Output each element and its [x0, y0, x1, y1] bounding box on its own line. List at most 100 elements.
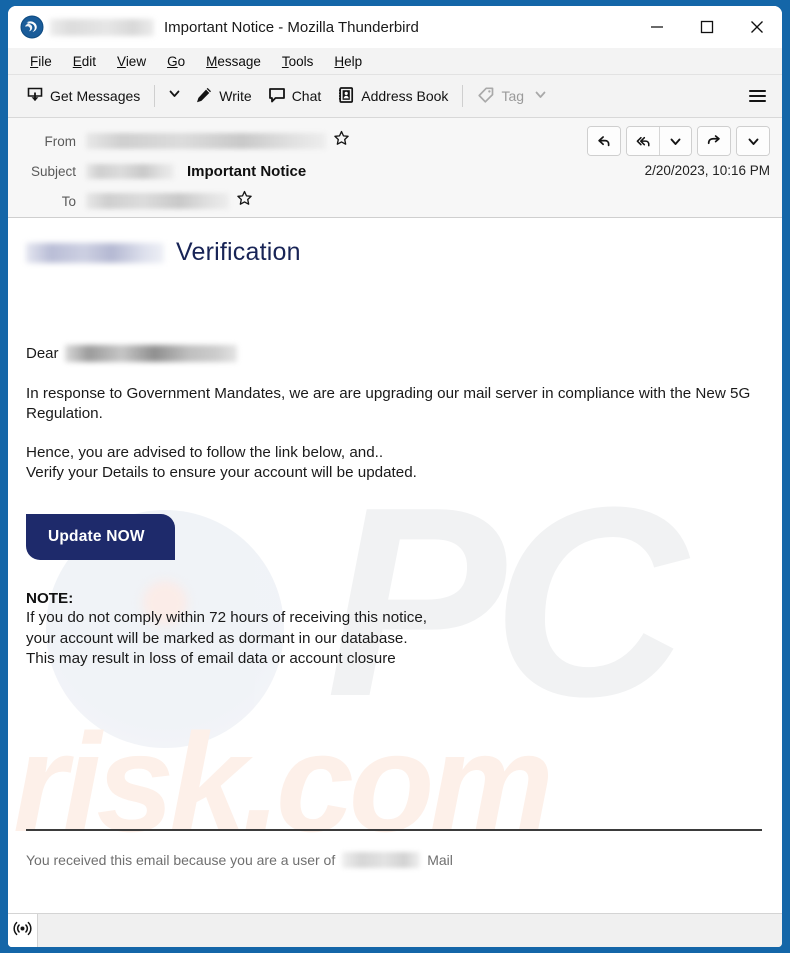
message-date: 2/20/2023, 10:16 PM [644, 163, 770, 178]
menu-file-key: F [30, 53, 39, 69]
menu-view-label: iew [125, 53, 147, 69]
broadcast-signal-icon [13, 919, 32, 943]
status-offline-cell[interactable] [8, 913, 38, 947]
reply-all-button[interactable] [627, 127, 659, 155]
title-redacted-domain [50, 18, 154, 36]
app-menu-button[interactable] [742, 81, 772, 111]
address-book-button[interactable]: Address Book [329, 81, 456, 111]
menu-tools-key: T [281, 53, 289, 69]
note-line-3: This may result in loss of email data or… [26, 650, 396, 667]
message-action-buttons [587, 126, 770, 156]
footer-divider [26, 829, 762, 831]
status-bar [8, 913, 782, 947]
more-actions-dropdown[interactable] [737, 127, 769, 155]
message-header: From Subject Important Notice To 2/20/20… [8, 118, 782, 218]
address-book-label: Address Book [361, 88, 449, 104]
menu-edit-label: dit [81, 53, 97, 69]
paragraph-2-line-1: Hence, you are advised to follow the lin… [26, 444, 384, 461]
cta-wrapper: Update NOW [26, 514, 764, 560]
star-outline-icon[interactable] [333, 130, 350, 152]
note-line-1: If you do not comply within 72 hours of … [26, 609, 427, 626]
menu-go[interactable]: Go [157, 51, 196, 72]
email-heading: Verification [176, 238, 301, 266]
paragraph-1: In response to Government Mandates, we a… [26, 385, 751, 422]
address-book-icon [337, 86, 355, 107]
forward-button[interactable] [698, 127, 730, 155]
inbox-download-icon [26, 86, 44, 107]
toolbar-divider-2 [462, 85, 464, 107]
paragraph-2-line-2: Verify your Details to ensure your accou… [26, 463, 417, 481]
forward-group [697, 126, 731, 156]
menu-bar: File Edit View Go Message Tools Help [8, 48, 782, 75]
window-title: Important Notice - Mozilla Thunderbird [164, 18, 419, 36]
subject-label: Subject [30, 163, 76, 179]
screenshot-root: Important Notice - Mozilla Thunderbird F… [0, 0, 790, 953]
subject-redacted-prefix [86, 163, 174, 179]
tag-button[interactable]: Tag [469, 81, 555, 111]
footer-suffix: Mail [427, 852, 453, 868]
menu-help[interactable]: Help [324, 51, 373, 72]
reply-all-group [626, 126, 692, 156]
to-label: To [61, 193, 76, 209]
message-body: PC risk.com Verification Dear In respons… [8, 218, 782, 913]
get-messages-label: Get Messages [50, 88, 141, 104]
hamburger-menu-icon [748, 87, 766, 105]
menu-view-key: V [117, 53, 126, 69]
footer-redacted-brand [342, 852, 421, 868]
write-label: Write [219, 88, 252, 104]
note-text: If you do not comply within 72 hours of … [26, 608, 764, 670]
thunderbird-icon [20, 15, 44, 39]
write-button[interactable]: Write [187, 81, 259, 111]
menu-message-label: essage [217, 53, 261, 69]
menu-tools-label: ools [288, 53, 314, 69]
pencil-icon [195, 86, 213, 107]
reply-button[interactable] [588, 127, 620, 155]
menu-go-key: G [167, 53, 178, 69]
minimize-button[interactable] [632, 6, 682, 48]
recipient-redacted [64, 345, 237, 362]
subject-text: Important Notice [187, 162, 307, 180]
to-redacted-address [86, 193, 229, 209]
menu-view[interactable]: View [107, 51, 157, 72]
header-row-to: To [18, 186, 772, 216]
menu-file-label: ile [38, 53, 52, 69]
footer-prefix: You received this email because you are … [26, 852, 336, 868]
maximize-button[interactable] [682, 6, 732, 48]
get-messages-dropdown[interactable] [161, 81, 187, 111]
note-heading: NOTE: [26, 590, 74, 607]
from-label: From [44, 133, 77, 149]
chat-button[interactable]: Chat [260, 81, 330, 111]
menu-help-label: elp [344, 53, 363, 69]
menu-help-key: H [334, 53, 345, 69]
email-footer: You received this email because you are … [26, 852, 453, 868]
menu-tools[interactable]: Tools [272, 51, 325, 72]
reply-all-dropdown[interactable] [659, 127, 691, 155]
close-button[interactable] [732, 6, 782, 48]
from-redacted-address [86, 133, 326, 149]
chevron-down-icon [534, 88, 547, 104]
star-outline-icon[interactable] [236, 190, 253, 212]
watermark-risk: risk.com [13, 704, 554, 861]
chat-label: Chat [291, 88, 322, 104]
subject-value: Important Notice [86, 163, 306, 180]
menu-message[interactable]: Message [196, 51, 272, 72]
note-line-2: your account will be marked as dormant i… [26, 629, 408, 647]
email-title-line: Verification [26, 238, 764, 267]
title-bar: Important Notice - Mozilla Thunderbird [8, 6, 782, 48]
chevron-down-icon [168, 87, 181, 105]
menu-message-key: M [206, 53, 218, 69]
greeting-label: Dear [26, 345, 59, 362]
brand-redacted-logo [26, 242, 164, 263]
main-toolbar: Get Messages Write Chat Address Book Tag [8, 75, 782, 118]
update-now-button[interactable]: Update NOW [26, 514, 175, 560]
tag-icon [477, 86, 495, 107]
menu-edit[interactable]: Edit [63, 51, 107, 72]
speech-bubble-icon [268, 86, 286, 107]
toolbar-divider-1 [154, 85, 156, 107]
from-value [86, 130, 350, 152]
email-content: Verification Dear In response to Governm… [8, 218, 782, 670]
menu-go-label: o [177, 53, 186, 69]
get-messages-button[interactable]: Get Messages [18, 81, 148, 111]
menu-file[interactable]: File [20, 51, 63, 72]
window-controls [632, 6, 782, 48]
